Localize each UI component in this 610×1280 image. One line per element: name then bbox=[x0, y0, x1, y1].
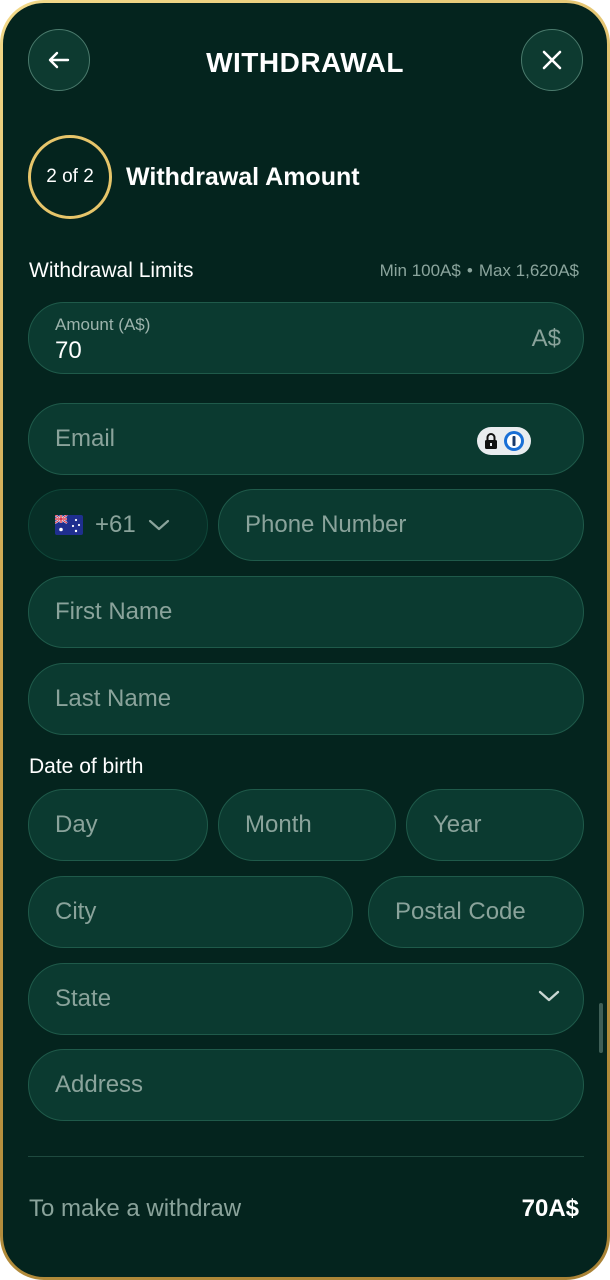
address-placeholder: Address bbox=[55, 1071, 144, 1098]
postal-code-placeholder: Postal Code bbox=[395, 898, 526, 925]
close-icon bbox=[542, 50, 562, 70]
city-placeholder: City bbox=[55, 898, 97, 925]
step-title: Withdrawal Amount bbox=[126, 163, 360, 191]
dob-year-field[interactable]: Year bbox=[406, 789, 584, 861]
withdrawal-limits-label: Withdrawal Limits bbox=[29, 259, 194, 282]
step-indicator: 2 of 2 bbox=[28, 135, 112, 219]
password-key-icon bbox=[504, 431, 524, 451]
last-name-placeholder: Last Name bbox=[55, 685, 172, 712]
australia-flag-icon bbox=[55, 515, 83, 535]
withdraw-summary-amount: 70A$ bbox=[521, 1195, 579, 1222]
dob-day-field[interactable]: Day bbox=[28, 789, 208, 861]
phone-number-field[interactable]: Phone Number bbox=[218, 489, 584, 561]
month-placeholder: Month bbox=[245, 811, 312, 838]
phone-placeholder: Phone Number bbox=[245, 511, 407, 538]
country-code-select[interactable]: +61 bbox=[28, 489, 208, 561]
page-title: WITHDRAWAL bbox=[206, 47, 404, 78]
amount-value: 70 bbox=[55, 337, 82, 364]
divider bbox=[28, 1156, 584, 1157]
state-placeholder: State bbox=[55, 985, 112, 1012]
chevron-down-icon bbox=[538, 990, 560, 1002]
step-indicator-text: 2 of 2 bbox=[46, 166, 94, 187]
city-field[interactable]: City bbox=[28, 876, 353, 948]
password-manager-button[interactable] bbox=[477, 427, 531, 455]
limit-min: Min 100A$ bbox=[379, 261, 461, 280]
amount-label: Amount (A$) bbox=[55, 315, 151, 334]
scrollbar[interactable] bbox=[599, 1003, 603, 1053]
email-placeholder: Email bbox=[55, 425, 116, 452]
lock-icon bbox=[485, 433, 497, 449]
date-of-birth-label: Date of birth bbox=[29, 755, 144, 778]
dob-month-field[interactable]: Month bbox=[218, 789, 396, 861]
postal-code-field[interactable]: Postal Code bbox=[368, 876, 584, 948]
year-placeholder: Year bbox=[433, 811, 482, 838]
first-name-field[interactable]: First Name bbox=[28, 576, 584, 648]
first-name-placeholder: First Name bbox=[55, 598, 173, 625]
limit-separator: • bbox=[466, 261, 473, 280]
withdrawal-limits-range: Min 100A$ • Max 1,620A$ bbox=[380, 261, 579, 281]
country-code-value: +61 bbox=[95, 511, 136, 538]
close-button[interactable] bbox=[521, 29, 583, 91]
limit-max: Max 1,620A$ bbox=[478, 261, 579, 280]
email-field[interactable]: Email bbox=[28, 403, 584, 475]
device-frame: WITHDRAWAL 2 of 2 Withdrawal Amount With… bbox=[0, 0, 610, 1280]
chevron-down-icon bbox=[148, 519, 169, 531]
state-select[interactable]: State bbox=[28, 963, 584, 1035]
withdraw-summary-label: To make a withdraw bbox=[29, 1195, 242, 1222]
amount-input[interactable]: Amount (A$) 70 A$ bbox=[28, 302, 584, 374]
last-name-field[interactable]: Last Name bbox=[28, 663, 584, 735]
address-field[interactable]: Address bbox=[28, 1049, 584, 1121]
day-placeholder: Day bbox=[55, 811, 98, 838]
amount-currency: A$ bbox=[531, 325, 561, 352]
withdrawal-panel: WITHDRAWAL 2 of 2 Withdrawal Amount With… bbox=[3, 3, 607, 1277]
